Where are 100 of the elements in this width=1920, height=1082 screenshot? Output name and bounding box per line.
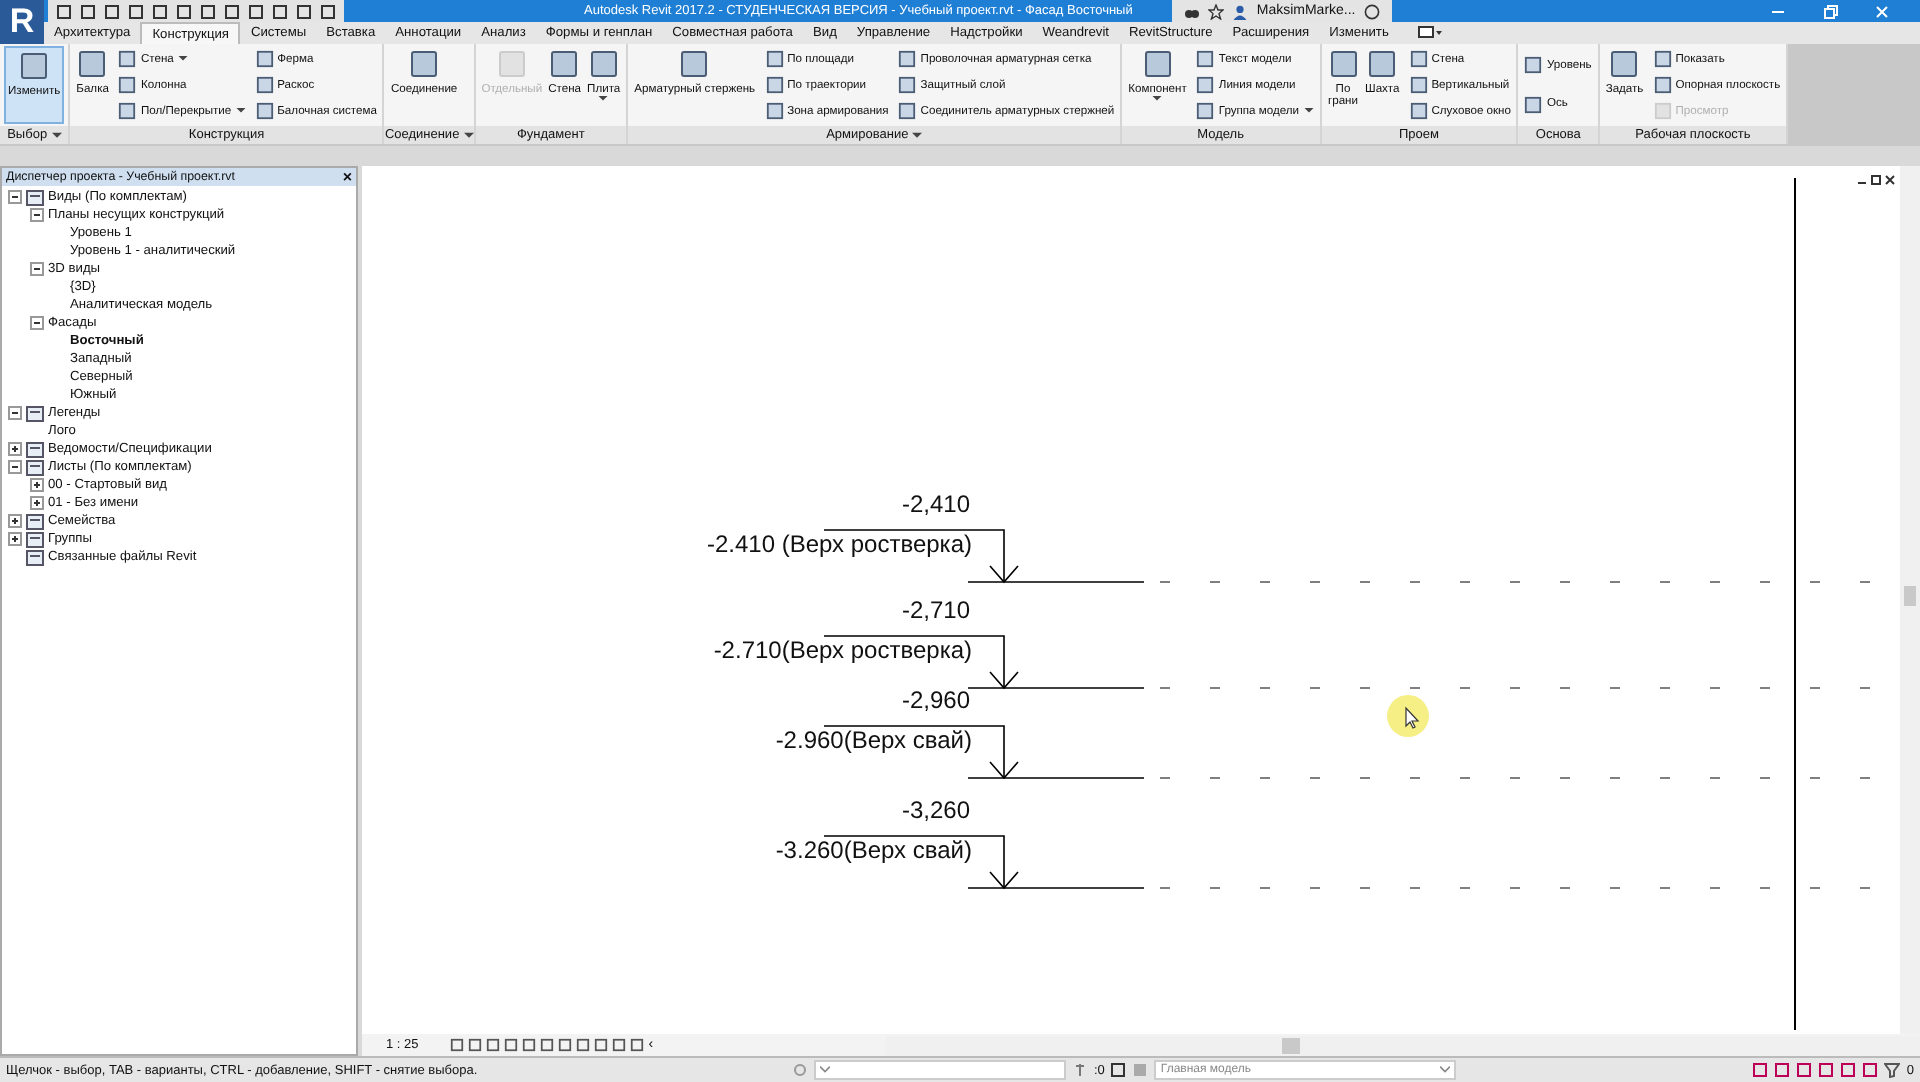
tool-square-icon — [118, 76, 137, 94]
caret-icon — [1303, 108, 1313, 114]
collapse-toggle-icon[interactable] — [8, 460, 22, 474]
level-elevation: -2,710 — [899, 596, 970, 624]
toolbar-square-icon[interactable] — [128, 3, 144, 19]
tool-square-icon — [1196, 76, 1215, 94]
selection-square-icon[interactable] — [1796, 1062, 1813, 1078]
selection-square-icon[interactable] — [1840, 1062, 1857, 1078]
tool-square-icon — [765, 76, 784, 94]
tool-square-icon — [1653, 102, 1672, 120]
tool-square-icon — [408, 48, 441, 80]
view-control-square-icon[interactable] — [594, 1038, 609, 1052]
toolbar-square-icon[interactable] — [80, 3, 96, 19]
filter-icon[interactable] — [1884, 1062, 1901, 1078]
tool-square-icon — [1196, 50, 1215, 68]
cursor-highlight-drawing — [1386, 694, 1430, 738]
selection-square-icon[interactable] — [1818, 1062, 1835, 1078]
level-name: -2.710(Верх ростверка) — [711, 636, 972, 664]
collapse-toggle-icon[interactable] — [30, 262, 44, 276]
tool-square-icon — [255, 102, 274, 120]
tool-square-icon — [255, 50, 274, 68]
help-icon[interactable] — [1363, 3, 1380, 19]
tool-square-icon — [587, 48, 620, 80]
level-name: -3.260(Верх свай) — [773, 836, 972, 864]
user-icon — [1232, 3, 1249, 19]
app-logo[interactable]: R — [0, 0, 44, 44]
tool-square-icon — [1327, 48, 1359, 80]
expand-toggle-icon[interactable] — [30, 478, 44, 492]
caret-icon — [912, 131, 923, 139]
expand-toggle-icon[interactable] — [30, 496, 44, 510]
selection-square-icon[interactable] — [1774, 1062, 1791, 1078]
selection-square-icon[interactable] — [1862, 1062, 1879, 1078]
tool-square-icon — [898, 50, 917, 68]
view-control-square-icon[interactable] — [612, 1038, 627, 1052]
tool-square-icon — [255, 76, 274, 94]
star-icon[interactable] — [1208, 3, 1225, 19]
view-control-square-icon[interactable] — [522, 1038, 537, 1052]
tool-square-icon — [1409, 102, 1428, 120]
tool-square-icon — [1409, 76, 1428, 94]
toolbar-square-icon[interactable] — [272, 3, 288, 19]
tool-square-icon — [1524, 95, 1543, 114]
toolbar-square-icon[interactable] — [56, 3, 72, 19]
view-control-square-icon[interactable] — [540, 1038, 555, 1052]
toolbar-square-icon[interactable] — [248, 3, 264, 19]
folder-icon — [26, 189, 44, 205]
tool-square-icon — [1653, 76, 1672, 94]
tool-square-icon — [1524, 56, 1543, 75]
toolbar-square-icon[interactable] — [176, 3, 192, 19]
tool-square-icon — [548, 48, 581, 80]
tool-square-icon — [18, 50, 51, 82]
toolbar-square-icon[interactable] — [104, 3, 120, 19]
tool-square-icon — [1409, 50, 1428, 68]
tool-square-icon — [898, 76, 917, 94]
panel-toggle-icon[interactable] — [1418, 24, 1443, 40]
caret-icon — [51, 131, 62, 139]
caret-icon — [177, 56, 188, 62]
window-icon[interactable] — [1110, 1062, 1127, 1078]
expand-toggle-icon[interactable] — [8, 442, 22, 456]
selection-square-icon[interactable] — [1752, 1062, 1769, 1078]
tool-square-icon — [898, 102, 917, 120]
collapse-toggle-icon[interactable] — [8, 406, 22, 420]
restore-icon[interactable] — [1870, 174, 1882, 186]
tool-square-icon — [678, 48, 711, 80]
view-control-square-icon[interactable] — [504, 1038, 519, 1052]
collapse-toggle-icon[interactable] — [8, 190, 22, 204]
tool-square-icon — [765, 102, 784, 120]
toolbar-square-icon[interactable] — [200, 3, 216, 19]
tool-square-icon — [118, 50, 137, 68]
view-control-square-icon[interactable] — [486, 1038, 501, 1052]
view-control-square-icon[interactable] — [576, 1038, 591, 1052]
collapse-toggle-icon[interactable] — [30, 208, 44, 222]
tool-square-icon — [76, 48, 109, 80]
level-name: -2.960(Верх свай) — [773, 726, 972, 754]
view-control-square-icon[interactable] — [468, 1038, 483, 1052]
toolbar-square-icon[interactable] — [320, 3, 336, 19]
toolbar-square-icon[interactable] — [224, 3, 240, 19]
view-control-square-icon[interactable] — [558, 1038, 573, 1052]
tool-square-icon — [1653, 50, 1672, 68]
close-icon[interactable] — [1884, 174, 1896, 186]
tool-square-icon — [1608, 48, 1641, 80]
tool-square-icon — [1196, 102, 1215, 120]
caret-icon — [820, 1066, 830, 1074]
view-control-square-icon[interactable] — [630, 1038, 645, 1052]
tool-square-icon — [1141, 48, 1174, 80]
expand-toggle-icon[interactable] — [8, 514, 22, 528]
vertical-scrollbar[interactable] — [1900, 166, 1920, 1034]
tool-square-icon — [765, 50, 784, 68]
level-elevation: -3,260 — [899, 796, 970, 824]
tool-square-icon — [118, 102, 137, 120]
caret-icon — [1440, 1066, 1451, 1074]
toolbar-square-icon[interactable] — [152, 3, 168, 19]
folder-icon — [26, 405, 44, 421]
collapse-toggle-icon[interactable] — [30, 316, 44, 330]
expand-toggle-icon[interactable] — [8, 532, 22, 546]
close-button[interactable]: × — [342, 169, 352, 185]
toolbar-square-icon[interactable] — [296, 3, 312, 19]
level-name: -2.410 (Верх ростверка) — [704, 530, 972, 558]
level-elevation: -2,410 — [899, 490, 970, 518]
view-control-square-icon[interactable] — [450, 1038, 465, 1052]
caret-icon — [1152, 96, 1163, 102]
